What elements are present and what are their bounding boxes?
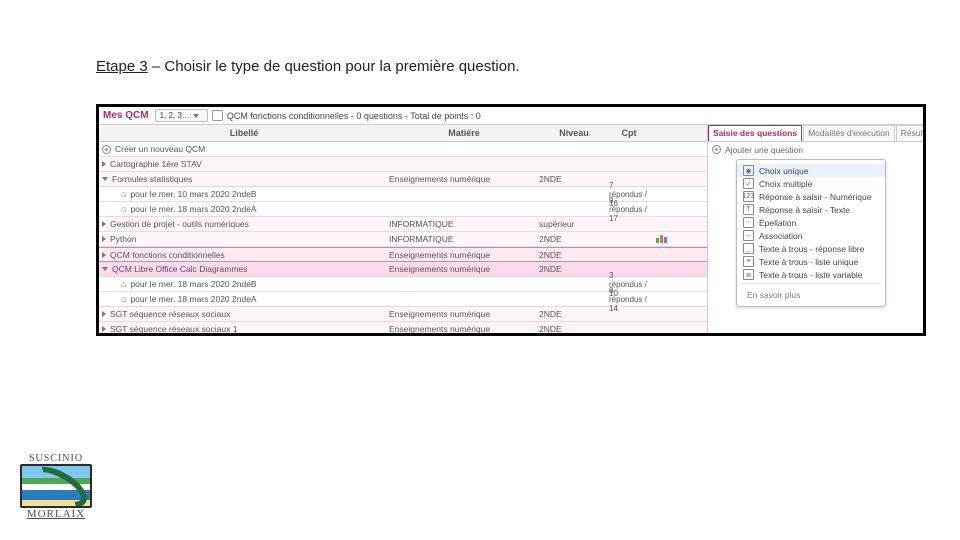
logo-top-text: SUSCINIO <box>20 453 92 464</box>
qcm-list-pane: Libellé Matière Niveau Cpt +Créer un nou… <box>99 125 708 333</box>
chevron-down-icon <box>193 114 199 118</box>
tab-saisie[interactable]: Saisie des questions <box>708 125 802 141</box>
table-row[interactable]: Python INFORMATIQUE 2NDE <box>99 232 707 247</box>
table-row[interactable]: Cartographie 1ère STAV <box>99 157 707 172</box>
menu-item-trous-liste-var[interactable]: ≣Texte à trous - liste variable <box>737 268 885 281</box>
home-icon: ⌂ <box>121 204 126 214</box>
column-headers: Libellé Matière Niveau Cpt <box>99 125 707 142</box>
slide-title: Etape 3 – Choisir le type de question po… <box>96 58 520 75</box>
chart-icon[interactable] <box>656 234 667 243</box>
home-icon: ⌂ <box>121 279 126 289</box>
collapse-icon[interactable] <box>102 267 108 271</box>
spell-icon: ··· <box>743 217 754 228</box>
logo-mark <box>20 464 92 508</box>
tab-modalites[interactable]: Modalités d'exécution <box>803 125 894 141</box>
title-rest: – Choisir le type de question pour la pr… <box>148 58 520 75</box>
question-type-menu: ◉Choix unique ✓Choix multiple 123Réponse… <box>736 159 886 307</box>
gap-free-icon: _ <box>743 243 754 254</box>
right-tabs: Saisie des questions Modalités d'exécuti… <box>708 125 923 142</box>
mes-qcm-label: Mes QCM <box>103 110 149 121</box>
menu-separator <box>741 283 881 284</box>
right-pane: Saisie des questions Modalités d'exécuti… <box>708 125 923 333</box>
menu-item-trous-liste-unique[interactable]: ≡Texte à trous - liste unique <box>737 255 885 268</box>
numbering-button[interactable]: 1, 2, 3… <box>155 109 208 122</box>
checkbox-icon[interactable] <box>212 110 223 121</box>
tab-resultats[interactable]: Résultats <box>896 125 923 141</box>
col-cpt[interactable]: Cpt <box>609 128 649 138</box>
create-qcm-row[interactable]: +Créer un nouveau QCM <box>99 142 707 157</box>
expand-icon[interactable] <box>102 252 106 258</box>
plus-icon: + <box>102 145 111 154</box>
home-icon: ⌂ <box>121 294 126 304</box>
learn-more-link[interactable]: En savoir plus <box>737 286 885 302</box>
link-icon: ↔ <box>743 230 754 241</box>
home-icon: ⌂ <box>121 189 126 199</box>
expand-icon[interactable] <box>102 221 106 227</box>
col-niveau[interactable]: Niveau <box>539 128 609 138</box>
logo-bottom-text: MORLAIX <box>20 508 92 520</box>
title-prefix: Etape 3 <box>96 58 148 75</box>
radio-icon: ◉ <box>743 165 754 176</box>
col-matiere[interactable]: Matière <box>389 128 539 138</box>
menu-item-association[interactable]: ↔Association <box>737 229 885 242</box>
main-split: Libellé Matière Niveau Cpt +Créer un nou… <box>99 125 923 333</box>
plus-icon: + <box>712 145 721 154</box>
expand-icon[interactable] <box>102 326 106 332</box>
table-row[interactable]: ⌂pour le mer. 18 mars 2020 2ndeA 9 répon… <box>99 202 707 217</box>
breadcrumb: QCM fonctions conditionnelles - 0 questi… <box>227 111 481 121</box>
menu-item-epellation[interactable]: ···Épellation <box>737 216 885 229</box>
table-row-selected[interactable]: QCM fonctions conditionnelles Enseigneme… <box>99 247 707 262</box>
expand-icon[interactable] <box>102 236 106 242</box>
expand-icon[interactable] <box>102 161 106 167</box>
text-icon: T <box>743 204 754 215</box>
logo-suscinio: SUSCINIO MORLAIX <box>20 453 92 520</box>
menu-item-choix-unique[interactable]: ◉Choix unique <box>737 164 885 177</box>
app-screenshot: Mes QCM 1, 2, 3… QCM fonctions condition… <box>96 104 926 336</box>
collapse-icon[interactable] <box>102 177 108 181</box>
gap-single-icon: ≡ <box>743 256 754 267</box>
add-question-button[interactable]: +Ajouter une question <box>708 142 923 157</box>
menu-item-reponse-texte[interactable]: TRéponse à saisir - Texte <box>737 203 885 216</box>
menu-item-reponse-num[interactable]: 123Réponse à saisir - Numérique <box>737 190 885 203</box>
table-row[interactable]: ⌂pour le mer. 18 mars 2020 2ndeA 8 répon… <box>99 292 707 307</box>
menu-item-trous-libre[interactable]: _Texte à trous - réponse libre <box>737 242 885 255</box>
expand-icon[interactable] <box>102 311 106 317</box>
col-libelle[interactable]: Libellé <box>99 128 389 138</box>
checkbox-icon: ✓ <box>743 178 754 189</box>
menu-item-choix-multiple[interactable]: ✓Choix multiple <box>737 177 885 190</box>
gap-var-icon: ≣ <box>743 269 754 280</box>
table-row[interactable]: SGT séquence réseaux sociaux 1 Enseignem… <box>99 322 707 333</box>
topbar: Mes QCM 1, 2, 3… QCM fonctions condition… <box>99 107 923 125</box>
numeric-icon: 123 <box>743 191 754 202</box>
